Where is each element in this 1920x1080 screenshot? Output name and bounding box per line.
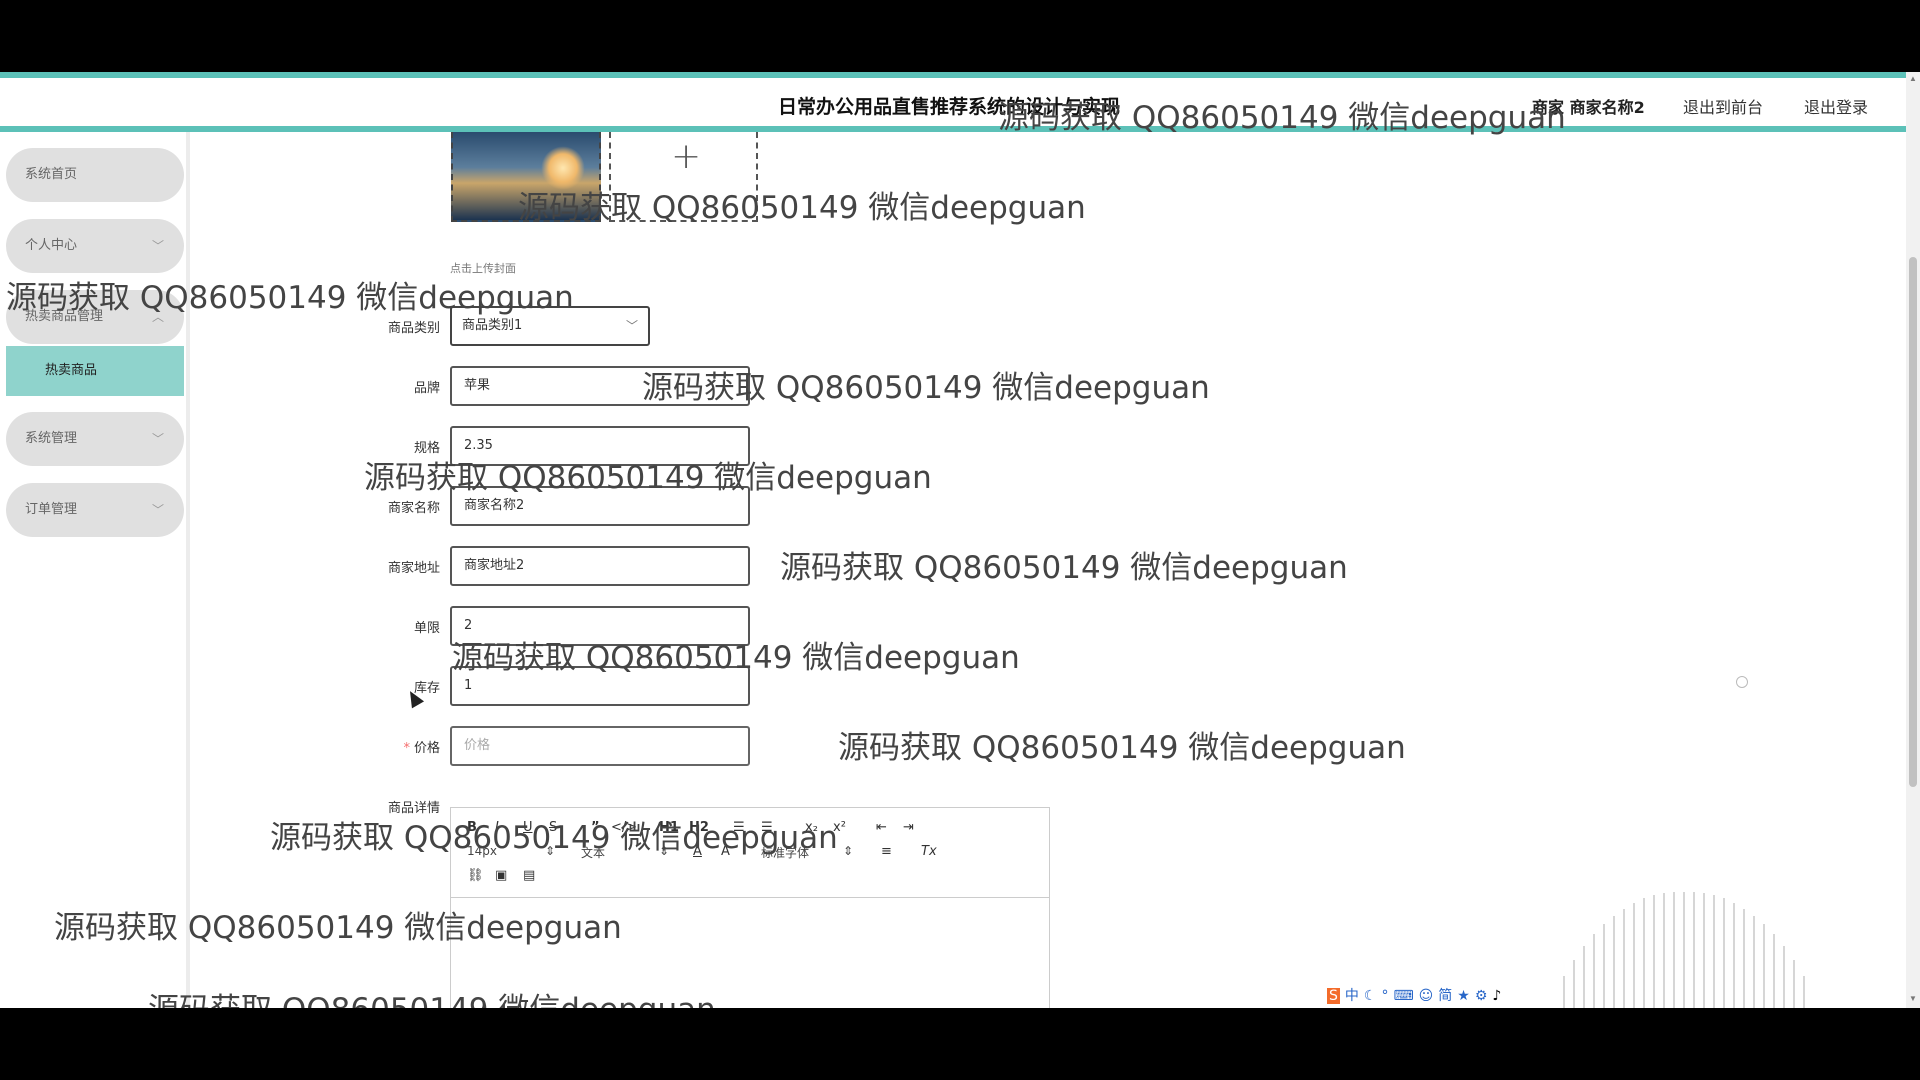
price-label-text: 价格 — [413, 741, 440, 756]
merchant-name-label: 商家名称 — [387, 501, 440, 516]
stock-label: 库存 — [413, 681, 440, 696]
app-window: 日常办公用品直售推荐系统的设计与实现 商家 商家名称2 退出到前台 退出登录 系… — [0, 72, 1920, 1008]
sidebar-item-order-management[interactable]: 订单管理 ﹀ — [6, 483, 184, 537]
limit-label: 单限 — [413, 621, 440, 636]
upload-hint: 点击上传封面 — [450, 262, 516, 275]
ime-punct-icon[interactable]: ° — [1381, 988, 1388, 1004]
page-scrollbar[interactable]: ▲ ▼ — [1906, 72, 1920, 1008]
background-color-button[interactable]: A — [721, 844, 730, 859]
ime-moon-icon[interactable]: ☾ — [1364, 988, 1377, 1004]
chevron-updown-icon: ⇕ — [843, 844, 854, 858]
brand-input[interactable]: 苹果 — [450, 366, 750, 406]
limit-input[interactable]: 2 — [450, 606, 750, 646]
code-block-button[interactable]: </> — [611, 820, 637, 835]
ime-keyboard-icon[interactable]: ⌨ — [1393, 988, 1413, 1004]
rich-text-editor: B I U S ” </> H1 H2 ☰ ☰ x₂ x² ⇤ ⇥ 14px ⇕… — [450, 807, 1050, 1008]
sidebar-item-system-management[interactable]: 系统管理 ﹀ — [6, 412, 184, 466]
blockquote-button[interactable]: ” — [591, 820, 600, 835]
ime-settings-icon[interactable]: ⚙ — [1475, 988, 1488, 1004]
sidebar-item-home[interactable]: 系统首页 — [6, 148, 184, 202]
exit-to-front-link[interactable]: 退出到前台 — [1683, 94, 1763, 118]
sidebar-subitem-hot-goods[interactable]: 热卖商品 — [6, 346, 184, 396]
cover-upload-button[interactable]: + — [609, 132, 758, 222]
italic-button[interactable]: I — [495, 820, 499, 835]
settings-dot-icon[interactable] — [1736, 676, 1748, 688]
editor-toolbar: B I U S ” </> H1 H2 ☰ ☰ x₂ x² ⇤ ⇥ 14px ⇕… — [451, 808, 1049, 898]
ime-logo-icon[interactable]: S — [1327, 988, 1340, 1004]
clear-format-button[interactable]: Tx — [921, 844, 937, 859]
goods-edit-form: + 点击上传封面 商品类别 商品类别1 ﹀ 品牌 苹果 规格 2.35 商家名称… — [190, 132, 1906, 1008]
text-type-select[interactable]: 文本 — [581, 844, 605, 861]
scroll-up-icon[interactable]: ▲ — [1909, 74, 1917, 83]
chevron-down-icon: ﹀ — [151, 503, 164, 517]
price-input[interactable]: 价格 — [450, 726, 750, 766]
logout-link[interactable]: 退出登录 — [1804, 94, 1868, 118]
scroll-down-icon[interactable]: ▼ — [1909, 994, 1917, 1003]
scrollbar-thumb[interactable] — [1909, 257, 1917, 787]
editor-content-area[interactable] — [451, 898, 1049, 1008]
align-button[interactable]: ≡ — [881, 844, 892, 859]
bullet-list-button[interactable]: ☰ — [761, 820, 773, 835]
cover-image-thumbnail[interactable] — [451, 132, 601, 222]
bold-button[interactable]: B — [467, 820, 477, 835]
required-mark: * — [403, 741, 410, 756]
category-label: 商品类别 — [387, 321, 440, 336]
brand-label: 品牌 — [413, 381, 440, 396]
font-family-select[interactable]: 标准字体 — [761, 844, 809, 861]
chevron-up-icon: ︿ — [151, 310, 164, 324]
ime-skin-icon[interactable]: ★ — [1457, 988, 1470, 1004]
sidebar-item-label: 系统管理 — [25, 431, 78, 446]
detail-label: 商品详情 — [387, 801, 440, 816]
current-user: 商家 商家名称2 — [1532, 98, 1645, 117]
ime-chinese-toggle[interactable]: 中 — [1345, 988, 1359, 1004]
chevron-down-icon: ﹀ — [151, 432, 164, 446]
strike-button[interactable]: S — [549, 820, 557, 835]
sidebar-item-label: 订单管理 — [25, 502, 78, 517]
price-label: * 价格 — [340, 737, 440, 756]
merchant-name-input[interactable]: 商家名称2 — [450, 486, 750, 526]
chevron-updown-icon: ⇕ — [659, 844, 670, 858]
subscript-button[interactable]: x₂ — [805, 820, 818, 835]
top-header: 日常办公用品直售推荐系统的设计与实现 商家 商家名称2 退出到前台 退出登录 — [0, 72, 1906, 132]
ordered-list-button[interactable]: ☰ — [733, 820, 745, 835]
sunset-image — [541, 146, 585, 190]
spec-input[interactable]: 2.35 — [450, 426, 750, 466]
ime-simplified-toggle[interactable]: 简 — [1438, 988, 1452, 1004]
underline-button[interactable]: U — [523, 820, 533, 835]
sidebar-subitem-label: 热卖商品 — [45, 363, 98, 378]
h2-button[interactable]: H2 — [689, 820, 709, 835]
sidebar-item-hot-goods-management[interactable]: 热卖商品管理 ︿ — [6, 290, 184, 344]
ime-toolbar: S 中 ☾ ° ⌨ ☺ 简 ★ ⚙ ♪ — [1327, 985, 1547, 1005]
chevron-down-icon: ﹀ — [151, 239, 164, 253]
sidebar: 系统首页 个人中心 ﹀ 热卖商品管理 ︿ 热卖商品 系统管理 ﹀ 订单管理 ﹀ — [0, 132, 190, 1008]
image-icon[interactable]: ▣ — [495, 868, 507, 883]
ime-tiktok-icon[interactable]: ♪ — [1492, 988, 1501, 1004]
page-title: 日常办公用品直售推荐系统的设计与实现 — [778, 96, 1121, 118]
sidebar-item-label: 热卖商品管理 — [25, 309, 104, 324]
superscript-button[interactable]: x² — [833, 820, 846, 835]
sidebar-item-label: 个人中心 — [25, 238, 78, 253]
category-select[interactable]: 商品类别1 ﹀ — [450, 306, 650, 346]
video-icon[interactable]: ▤ — [523, 868, 535, 883]
sidebar-item-profile[interactable]: 个人中心 ﹀ — [6, 219, 184, 273]
chevron-updown-icon: ⇕ — [545, 844, 556, 858]
h1-button[interactable]: H1 — [659, 820, 679, 835]
indent-icon[interactable]: ⇥ — [903, 820, 914, 835]
font-size-select[interactable]: 14px — [467, 844, 497, 858]
font-color-button[interactable]: A — [693, 844, 702, 859]
plus-icon: + — [671, 136, 702, 177]
chevron-down-icon: ﹀ — [625, 319, 638, 333]
merchant-address-label: 商家地址 — [387, 561, 440, 576]
spec-label: 规格 — [413, 441, 440, 456]
link-icon[interactable]: ⛓ — [467, 868, 484, 883]
ime-user-icon[interactable]: ☺ — [1419, 988, 1434, 1004]
merchant-address-input[interactable]: 商家地址2 — [450, 546, 750, 586]
stock-input[interactable]: 1 — [450, 666, 750, 706]
outdent-icon[interactable]: ⇤ — [876, 820, 887, 835]
category-select-value: 商品类别1 — [462, 318, 523, 333]
decorative-arc-lines — [1563, 892, 1805, 1008]
sidebar-item-label: 系统首页 — [25, 167, 78, 182]
